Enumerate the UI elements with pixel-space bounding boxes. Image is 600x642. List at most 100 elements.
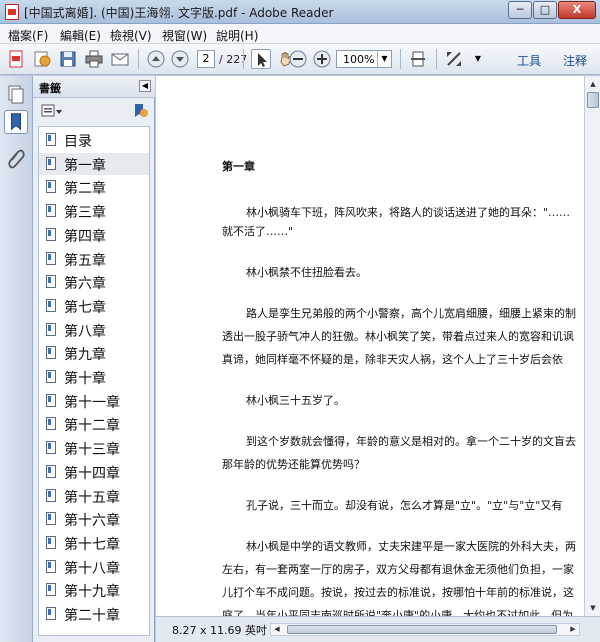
collapse-panel-icon[interactable]: ◀ [139,80,151,92]
bookmark-page-icon [46,180,56,194]
bookmark-label: 第十六章 [64,513,120,530]
maximize-button[interactable]: □ [533,1,557,19]
bookmark-page-icon [46,133,56,146]
scroll-left-icon[interactable]: ◀ [271,624,283,635]
close-button[interactable]: X [558,1,596,19]
bookmark-item[interactable]: 第九章 [39,342,149,364]
new-bookmark-icon[interactable] [131,102,149,120]
document-text-line: 路人是孪生兄弟般的两个小警察，高个儿宽肩细腰，细腰上紧束的制 [246,307,576,320]
bookmarks-icon[interactable] [4,110,28,134]
bookmark-item[interactable]: 第七章 [39,295,149,317]
bookmark-page-icon [46,298,56,312]
bookmark-item[interactable]: 第十八章 [39,556,149,578]
full-screen-icon[interactable] [444,49,464,69]
adobe-reader-icon [5,4,19,20]
edit-pdf-icon[interactable] [32,49,52,69]
document-text-line: 透出一股子骄气冲人的狂傲。林小枫笑了笑，带着点过来人的宽容和讥讽 [222,330,574,343]
zoom-in-icon[interactable] [312,49,332,69]
bookmark-item[interactable]: 第十九章 [39,579,149,601]
minimize-button[interactable]: ─ [508,1,532,19]
bookmark-item[interactable]: 第四章 [39,224,149,246]
horizontal-scrollbar[interactable]: ◀ ▶ [270,623,580,636]
document-text-line: 到这个岁数就会懂得，年龄的意义是相对的。拿一个二十岁的文盲去 [246,435,576,448]
bookmark-page-icon [46,322,56,336]
email-icon[interactable] [110,49,130,69]
chevron-down-icon[interactable]: ▼ [377,51,391,67]
page-number-input[interactable]: 2 [197,50,215,68]
scroll-down-icon[interactable]: ▼ [586,601,600,615]
horizontal-scroll-thumb[interactable] [287,625,557,634]
save-icon[interactable] [58,49,78,69]
bookmark-item[interactable]: 第二十章 [39,603,149,625]
bookmark-page-icon [46,204,56,218]
bookmark-label: 第十七章 [64,536,120,553]
bookmark-label: 第十一章 [64,394,120,411]
next-page-icon[interactable] [170,49,190,69]
bookmark-page-icon [46,535,56,549]
navigation-strip [0,76,33,642]
menu-edit[interactable]: 編輯(E) [60,27,101,44]
vertical-scroll-thumb[interactable] [587,92,599,108]
bookmark-item[interactable]: 第五章 [39,248,149,270]
bookmark-label: 第八章 [64,323,106,340]
menu-file[interactable]: 檔案(F) [8,27,48,44]
chapter-heading: 第一章 [222,160,255,173]
bookmark-item[interactable]: 第三章 [39,200,149,222]
document-view[interactable]: 第一章 林小枫骑车下班，阵风吹来，将路人的谈话送进了她的耳朵："…… 就不活了……… [156,76,584,616]
zoom-value: 100% [343,53,375,66]
bookmark-item[interactable]: 第十三章 [39,437,149,459]
bookmark-item[interactable]: 第二章 [39,176,149,198]
bookmark-label: 第五章 [64,252,106,269]
print-icon[interactable] [84,49,104,69]
vertical-scrollbar[interactable]: ▲ ▼ [584,76,600,616]
status-bar: 8.27 x 11.69 英吋 ◀ ▶ [156,616,600,642]
create-pdf-icon[interactable] [6,49,26,69]
bookmark-page-icon [46,441,56,455]
bookmark-item[interactable]: 第一章 [39,152,149,175]
scroll-up-icon[interactable]: ▲ [586,77,600,91]
bookmark-page-icon [46,512,56,526]
bookmark-page-icon [46,488,56,502]
bookmark-item[interactable]: 第十六章 [39,508,149,530]
full-screen-chevron-icon[interactable]: ▼ [468,49,488,69]
bookmark-label: 第九章 [64,347,106,364]
scroll-right-icon[interactable]: ▶ [567,624,579,635]
menu-view[interactable]: 檢視(V) [110,27,152,44]
bookmarks-panel-title: 書籤 [39,82,61,95]
bookmark-item[interactable]: 第十五章 [39,485,149,507]
zoom-out-icon[interactable] [288,49,308,69]
bookmark-label: 第十二章 [64,418,120,435]
bookmark-page-icon [46,227,56,241]
attachments-icon[interactable] [4,146,28,170]
toolbar-divider [436,49,437,69]
bookmark-label: 第十八章 [64,560,120,577]
page-thumbnails-icon[interactable] [4,82,28,106]
bookmark-label: 第十九章 [64,584,120,601]
menu-help[interactable]: 說明(H) [216,27,258,44]
previous-page-icon[interactable] [146,49,166,69]
select-tool-icon[interactable] [251,49,271,69]
bookmark-page-icon [46,583,56,597]
bookmark-label: 第六章 [64,276,106,293]
bookmark-item[interactable]: 第八章 [39,319,149,341]
bookmark-item[interactable]: 第十一章 [39,390,149,412]
bookmark-item[interactable]: 第十七章 [39,532,149,554]
toolbar-divider [243,49,244,69]
bookmark-item[interactable]: 第十章 [39,366,149,388]
bookmark-item[interactable]: 第十二章 [39,413,149,435]
bookmark-item[interactable]: 第十四章 [39,461,149,483]
document-text-line: 那年龄的优势还能算优势吗？ [222,458,365,471]
tools-pane-button[interactable]: 工具 [517,52,541,69]
zoom-dropdown[interactable]: 100% ▼ [336,50,392,68]
bookmark-label: 第二十章 [64,608,120,624]
fit-page-icon[interactable] [408,49,428,69]
comment-pane-button[interactable]: 注释 [563,52,587,69]
toolbar-divider [138,49,139,69]
menu-window[interactable]: 視窗(W) [162,27,207,44]
bookmark-page-icon [46,417,56,431]
document-text-line: 林小枫骑车下班，阵风吹来，将路人的谈话送进了她的耳朵："…… [246,206,571,219]
bookmark-item[interactable]: 目录 [39,129,149,151]
bookmark-item[interactable]: 第六章 [39,271,149,293]
bookmark-options-icon[interactable] [41,103,63,119]
toolbar: 2 / 227 100% ▼ ▼ 工具 注释 [0,44,600,75]
